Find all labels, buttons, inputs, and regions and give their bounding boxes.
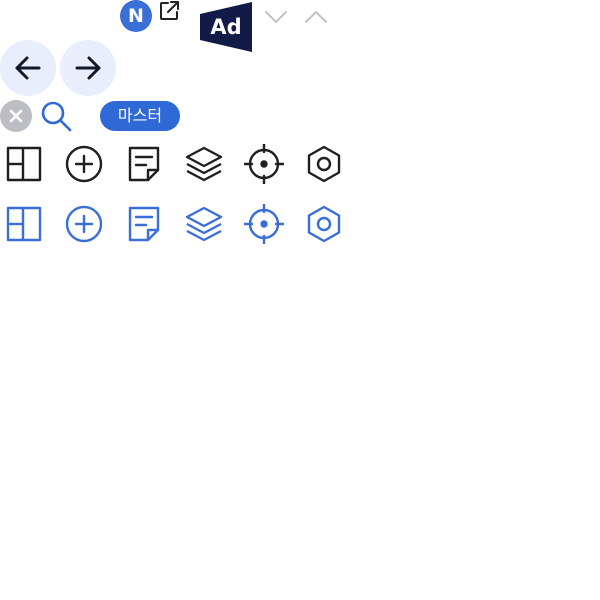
document-icon[interactable] [124,204,164,244]
settings-icon[interactable] [304,144,344,184]
layout-icon[interactable] [4,204,44,244]
target-icon[interactable] [244,144,284,184]
forward-button[interactable] [60,40,116,96]
chevron-down-icon[interactable] [262,2,290,30]
layout-icon[interactable] [4,144,44,184]
arrow-left-icon [13,53,43,83]
back-button[interactable] [0,40,56,96]
close-icon [8,108,24,124]
add-circle-icon[interactable] [64,204,104,244]
clear-button[interactable] [0,100,32,132]
layers-icon[interactable] [184,144,224,184]
user-avatar[interactable]: N [120,0,152,32]
ad-label: Ad [210,15,242,39]
document-icon[interactable] [124,144,164,184]
master-chip[interactable]: 마스터 [100,101,180,131]
chevron-up-icon[interactable] [302,2,330,30]
external-link-icon[interactable] [158,0,180,22]
add-circle-icon[interactable] [64,144,104,184]
search-icon[interactable] [40,100,72,132]
target-icon[interactable] [244,204,284,244]
arrow-right-icon [73,53,103,83]
settings-icon[interactable] [304,204,344,244]
ad-badge: Ad [200,2,252,52]
layers-icon[interactable] [184,204,224,244]
